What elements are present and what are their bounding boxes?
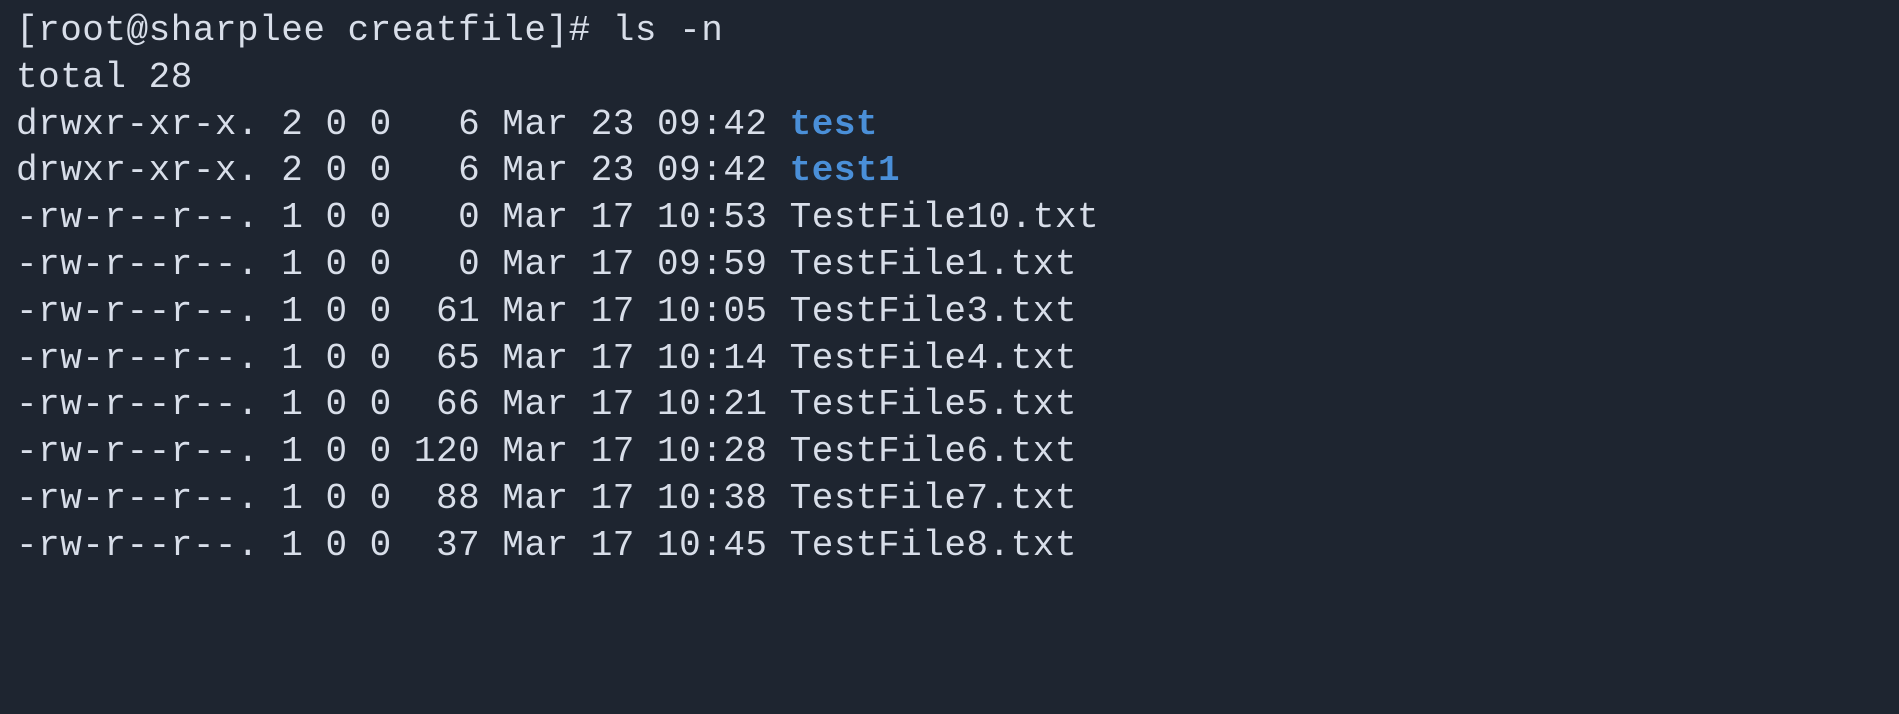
file-name: TestFile10.txt (790, 197, 1099, 238)
file-meta: 1 0 0 88 Mar 17 10:38 (259, 478, 789, 519)
file-meta: 1 0 0 66 Mar 17 10:21 (259, 384, 789, 425)
command-line: [root@sharplee creatfile]# ls -n (16, 8, 1883, 55)
permissions: drwxr-xr-x. (16, 150, 259, 191)
file-meta: 1 0 0 61 Mar 17 10:05 (259, 291, 789, 332)
file-entry: -rw-r--r--. 1 0 0 0 Mar 17 10:53 TestFil… (16, 195, 1883, 242)
permissions: -rw-r--r--. (16, 384, 259, 425)
file-name: TestFile8.txt (790, 525, 1077, 566)
file-name: TestFile3.txt (790, 291, 1077, 332)
file-name: TestFile6.txt (790, 431, 1077, 472)
file-name: TestFile7.txt (790, 478, 1077, 519)
file-entry: -rw-r--r--. 1 0 0 65 Mar 17 10:14 TestFi… (16, 336, 1883, 383)
file-listing: drwxr-xr-x. 2 0 0 6 Mar 23 09:42 testdrw… (16, 102, 1883, 570)
permissions: -rw-r--r--. (16, 338, 259, 379)
file-meta: 1 0 0 0 Mar 17 10:53 (259, 197, 789, 238)
file-entry: -rw-r--r--. 1 0 0 120 Mar 17 10:28 TestF… (16, 429, 1883, 476)
command-text: ls -n (613, 10, 724, 51)
file-meta: 1 0 0 37 Mar 17 10:45 (259, 525, 789, 566)
shell-prompt: [root@sharplee creatfile]# (16, 10, 613, 51)
directory-name: test1 (790, 150, 901, 191)
file-entry: -rw-r--r--. 1 0 0 37 Mar 17 10:45 TestFi… (16, 523, 1883, 570)
file-entry: -rw-r--r--. 1 0 0 0 Mar 17 09:59 TestFil… (16, 242, 1883, 289)
directory-name: test (790, 104, 878, 145)
file-meta: 2 0 0 6 Mar 23 09:42 (259, 104, 789, 145)
permissions: -rw-r--r--. (16, 244, 259, 285)
file-entry: drwxr-xr-x. 2 0 0 6 Mar 23 09:42 test (16, 102, 1883, 149)
file-entry: drwxr-xr-x. 2 0 0 6 Mar 23 09:42 test1 (16, 148, 1883, 195)
permissions: -rw-r--r--. (16, 478, 259, 519)
file-entry: -rw-r--r--. 1 0 0 88 Mar 17 10:38 TestFi… (16, 476, 1883, 523)
file-entry: -rw-r--r--. 1 0 0 61 Mar 17 10:05 TestFi… (16, 289, 1883, 336)
file-entry: -rw-r--r--. 1 0 0 66 Mar 17 10:21 TestFi… (16, 382, 1883, 429)
file-name: TestFile1.txt (790, 244, 1077, 285)
permissions: -rw-r--r--. (16, 197, 259, 238)
permissions: -rw-r--r--. (16, 291, 259, 332)
file-meta: 1 0 0 0 Mar 17 09:59 (259, 244, 789, 285)
permissions: drwxr-xr-x. (16, 104, 259, 145)
file-meta: 1 0 0 65 Mar 17 10:14 (259, 338, 789, 379)
total-line: total 28 (16, 55, 1883, 102)
terminal-output[interactable]: [root@sharplee creatfile]# ls -n total 2… (16, 8, 1883, 570)
file-meta: 1 0 0 120 Mar 17 10:28 (259, 431, 789, 472)
file-meta: 2 0 0 6 Mar 23 09:42 (259, 150, 789, 191)
file-name: TestFile5.txt (790, 384, 1077, 425)
permissions: -rw-r--r--. (16, 431, 259, 472)
permissions: -rw-r--r--. (16, 525, 259, 566)
file-name: TestFile4.txt (790, 338, 1077, 379)
